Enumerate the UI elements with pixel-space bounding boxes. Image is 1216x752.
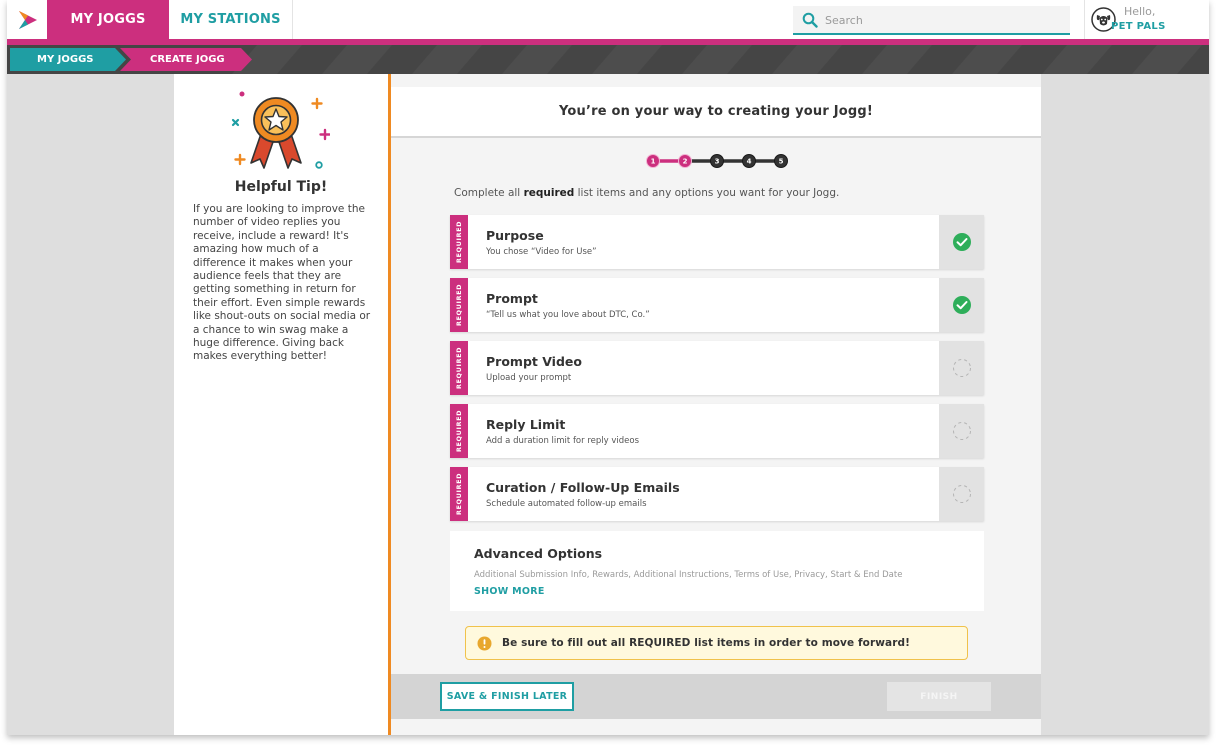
step-5-label: 5 [779, 158, 784, 166]
required-tag: REQUIRED [450, 341, 468, 395]
advanced-options-description: Additional Submission Info, Rewards, Add… [474, 570, 903, 580]
check-circle-icon [953, 233, 971, 251]
page-title: You’re on your way to creating your Jogg… [391, 87, 1041, 138]
item-status [939, 341, 984, 395]
required-tag: REQUIRED [450, 467, 468, 521]
breadcrumb-my-joggs[interactable]: MY JOGGS [10, 48, 126, 71]
item-status [939, 404, 984, 458]
instructions-text: Complete all required list items and any… [454, 187, 840, 199]
checklist-item-prompt[interactable]: REQUIRED Prompt “Tell us what you love a… [450, 278, 984, 332]
breadcrumb-create-jogg[interactable]: CREATE JOGG [120, 48, 252, 71]
breadcrumb: MY JOGGS CREATE JOGG [7, 45, 1209, 74]
step-1-label: 1 [651, 158, 656, 166]
top-navigation: MY JOGGS MY STATIONS Hello, PET PALS [7, 0, 1209, 39]
helpful-tip-panel: Helpful Tip! If you are looking to impro… [174, 74, 388, 735]
advanced-options-title: Advanced Options [474, 546, 603, 561]
check-circle-icon [953, 296, 971, 314]
warning-text: Be sure to fill out all REQUIRED list it… [502, 637, 911, 649]
item-title: Prompt [486, 291, 538, 306]
checklist-item-reply-limit[interactable]: REQUIRED Reply Limit Add a duration limi… [450, 404, 984, 458]
play-logo-icon[interactable] [17, 9, 39, 31]
action-footer: SAVE & FINISH LATER FINISH [391, 674, 1041, 719]
search-input[interactable] [825, 10, 1060, 30]
item-title: Prompt Video [486, 354, 582, 369]
dashed-circle-icon [953, 422, 971, 440]
item-status [939, 467, 984, 521]
item-description: You chose “Video for Use” [486, 247, 597, 257]
step-2-label: 2 [683, 158, 688, 166]
app-window: MY JOGGS MY STATIONS Hello, PET PALS [7, 0, 1209, 735]
search-icon [802, 12, 818, 28]
show-more-link[interactable]: SHOW MORE [474, 586, 545, 597]
required-tag: REQUIRED [450, 278, 468, 332]
dashed-circle-icon [953, 359, 971, 377]
step-4-label: 4 [747, 158, 752, 166]
item-status [939, 215, 984, 269]
item-description: Add a duration limit for reply videos [486, 436, 639, 446]
tip-body: If you are looking to improve the number… [193, 203, 371, 363]
create-jogg-panel: You’re on your way to creating your Jogg… [391, 74, 1041, 735]
tip-title: Helpful Tip! [234, 179, 328, 195]
item-status [939, 278, 984, 332]
finish-button[interactable]: FINISH [887, 682, 991, 711]
dashed-circle-icon [953, 485, 971, 503]
checklist-item-prompt-video[interactable]: REQUIRED Prompt Video Upload your prompt [450, 341, 984, 395]
item-description: Upload your prompt [486, 373, 572, 383]
item-title: Purpose [486, 228, 544, 243]
item-title: Reply Limit [486, 417, 566, 432]
checklist-item-follow-up-emails[interactable]: REQUIRED Curation / Follow-Up Emails Sch… [450, 467, 984, 521]
tab-my-stations[interactable]: MY STATIONS [169, 0, 293, 39]
tab-my-joggs[interactable]: MY JOGGS [47, 0, 169, 39]
step-3-label: 3 [715, 158, 720, 166]
required-tag: REQUIRED [450, 404, 468, 458]
exclamation-circle-icon [477, 636, 492, 651]
award-ribbon-icon [231, 91, 330, 169]
item-title: Curation / Follow-Up Emails [486, 480, 680, 495]
item-description: “Tell us what you love about DTC, Co.” [486, 310, 650, 320]
advanced-options: Advanced Options Additional Submission I… [450, 531, 984, 611]
checklist-item-purpose[interactable]: REQUIRED Purpose You chose “Video for Us… [450, 215, 984, 269]
item-description: Schedule automated follow-up emails [486, 499, 647, 509]
user-name[interactable]: PET PALS [1111, 21, 1166, 32]
progress-stepper: 1 2 3 4 5 [646, 154, 788, 168]
save-finish-later-button[interactable]: SAVE & FINISH LATER [440, 682, 574, 711]
user-divider [1084, 0, 1085, 39]
required-tag: REQUIRED [450, 215, 468, 269]
warning-banner: Be sure to fill out all REQUIRED list it… [465, 626, 968, 660]
search-box[interactable] [793, 6, 1070, 35]
user-greeting: Hello, [1124, 5, 1156, 18]
